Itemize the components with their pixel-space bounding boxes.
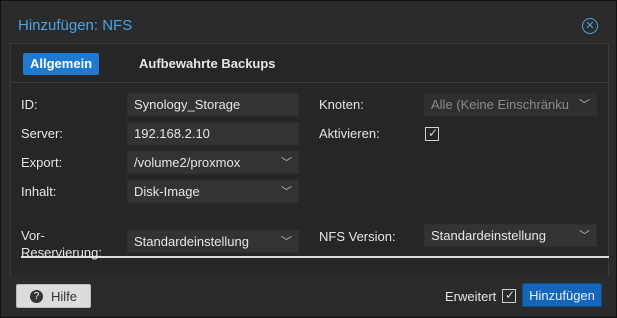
add-button[interactable]: Hinzufügen (522, 283, 602, 307)
content-select[interactable]: Disk-Image ﹀ (127, 180, 299, 203)
help-label: Hilfe (51, 289, 78, 304)
chevron-down-icon: ﹀ (579, 230, 590, 242)
chevron-down-icon: ﹀ (281, 157, 292, 169)
nodes-select: Alle (Keine Einschränku ﹀ (424, 93, 597, 116)
tab-bar: Allgemein Aufbewahrte Backups (11, 44, 608, 83)
close-icon[interactable]: ✕ (582, 18, 598, 34)
chevron-down-icon: ﹀ (281, 236, 292, 248)
tab-aufbewahrte-backups[interactable]: Aufbewahrte Backups (132, 53, 283, 75)
nfs-version-label: NFS Version: (319, 229, 396, 244)
export-value: /volume2/proxmox (134, 155, 241, 170)
prealloc-label-line2: Reservierung: (21, 245, 102, 260)
id-field[interactable]: Synology_Storage (127, 93, 299, 116)
export-select[interactable]: /volume2/proxmox ﹀ (127, 151, 299, 174)
chevron-down-icon: ﹀ (579, 99, 590, 111)
enable-label: Aktivieren: (319, 126, 380, 141)
dialog-window: Hinzufügen: NFS ✕ Allgemein Aufbewahrte … (0, 0, 617, 318)
help-icon: ? (30, 290, 43, 303)
server-field[interactable]: 192.168.2.10 (127, 122, 299, 145)
tab-allgemein[interactable]: Allgemein (23, 53, 100, 75)
content-label: Inhalt: (21, 184, 57, 199)
nodes-value: Alle (Keine Einschränku (431, 97, 570, 112)
help-button[interactable]: ? Hilfe (16, 284, 91, 308)
chevron-down-icon: ﹀ (281, 186, 292, 198)
prealloc-label-line1: Vor- (21, 228, 45, 243)
id-label: ID: (21, 97, 38, 112)
advanced-checkbox[interactable]: ✓ (502, 288, 516, 303)
form-panel: Allgemein Aufbewahrte Backups ID: Synolo… (10, 43, 609, 277)
prealloc-select[interactable]: Standardeinstellung ﹀ (127, 230, 299, 253)
nfs-version-value: Standardeinstellung (431, 228, 546, 243)
enable-checkbox[interactable]: ✓ (425, 126, 439, 141)
dialog-title: Hinzufügen: NFS (18, 17, 133, 34)
export-label: Export: (21, 155, 63, 170)
content-value: Disk-Image (134, 184, 200, 199)
nfs-version-select[interactable]: Standardeinstellung ﹀ (424, 224, 597, 247)
advanced-label: Erweitert (445, 289, 497, 304)
checkmark-icon: ✓ (505, 288, 516, 302)
prealloc-value: Standardeinstellung (134, 234, 249, 249)
nodes-label: Knoten: (319, 97, 364, 112)
dialog-titlebar: Hinzufügen: NFS ✕ (1, 1, 616, 41)
server-label: Server: (21, 126, 63, 141)
checkmark-icon: ✓ (428, 126, 439, 140)
divider (21, 256, 609, 258)
